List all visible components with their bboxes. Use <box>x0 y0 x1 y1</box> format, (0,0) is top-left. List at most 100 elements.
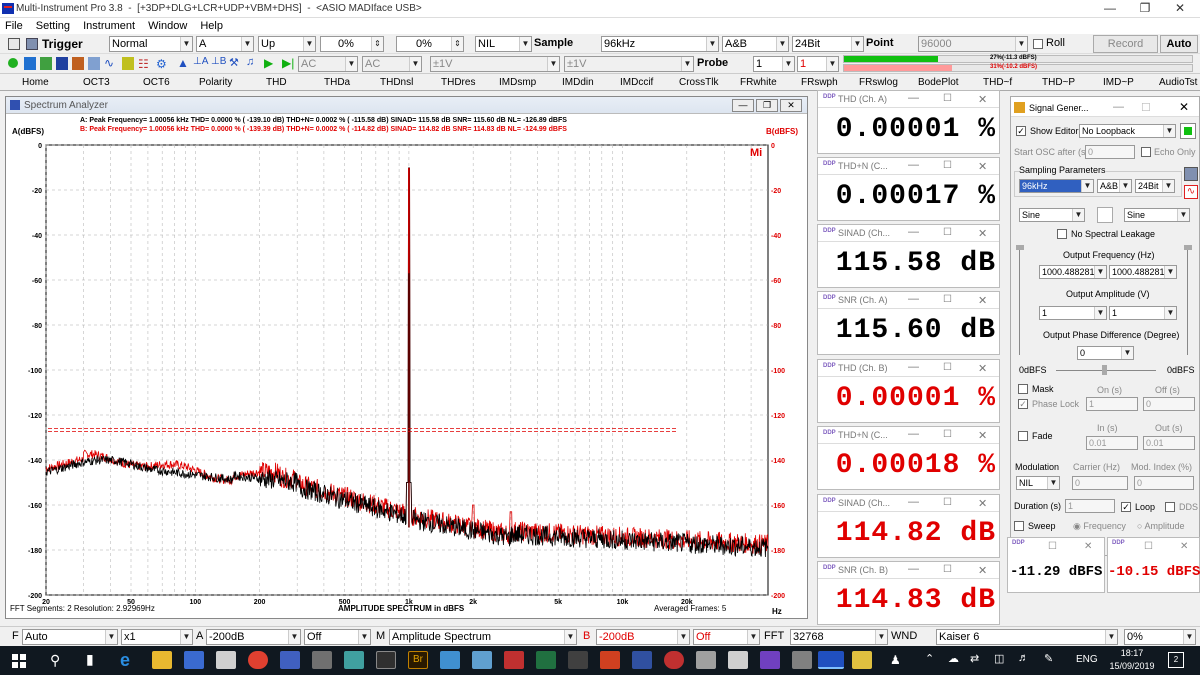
multi-instrument-taskbar-icon[interactable] <box>818 651 844 669</box>
amp-a-select[interactable]: 1 ▼ <box>1039 306 1107 320</box>
tab-audiotst[interactable]: AudioTst <box>1159 77 1197 88</box>
usb-icon[interactable]: ⇄ <box>970 652 979 665</box>
freq-a-select[interactable]: 1000.488281 ▼ <box>1039 265 1107 279</box>
step-icon[interactable]: ▶| <box>282 56 296 70</box>
app-icon-12[interactable] <box>472 651 492 669</box>
meter-minimize-button[interactable]: — <box>908 226 919 238</box>
app-icon-18[interactable] <box>664 651 684 669</box>
search-icon[interactable]: ⚲ <box>50 652 60 669</box>
multimeter-icon[interactable] <box>56 57 68 70</box>
right-level-slider[interactable] <box>1184 245 1195 355</box>
siggen-close-button[interactable]: ✕ <box>1179 100 1189 114</box>
file-explorer-icon[interactable] <box>152 651 172 669</box>
auto-button[interactable]: Auto <box>1160 35 1198 53</box>
app-icon-7[interactable] <box>312 651 332 669</box>
meter-minimize-button[interactable]: — <box>908 92 919 104</box>
trigger-channel-select[interactable]: A ▼ <box>196 36 254 52</box>
off-s-input[interactable]: 0 <box>1143 397 1195 411</box>
language-indicator[interactable]: ENG <box>1076 654 1098 665</box>
coupling-a-select[interactable]: AC ▼ <box>298 56 358 72</box>
meter-close-button[interactable]: ✕ <box>978 497 987 510</box>
generator-icon[interactable] <box>72 57 84 70</box>
a-ref-select[interactable]: -200dB ▼ <box>206 629 301 645</box>
meter-a-close[interactable]: ✕ <box>1084 541 1092 552</box>
freq-b-select[interactable]: 1000.488281 ▼ <box>1109 265 1177 279</box>
amp-b-select[interactable]: 1 ▼ <box>1109 306 1177 320</box>
meter-close-button[interactable]: ✕ <box>978 429 987 442</box>
notification-icon[interactable]: 2 <box>1168 652 1184 668</box>
modulation-select[interactable]: NIL ▼ <box>1016 476 1060 490</box>
spectrum-plot[interactable]: 0 0 -20 -20 -40 -40 -60 -60 -80 -80 -100 -100 -120 -1… <box>6 115 807 620</box>
menu-window[interactable]: Window <box>143 18 192 32</box>
freq-mode-select[interactable]: Auto ▼ <box>22 629 118 645</box>
siggen-channel-select[interactable]: A&B ▼ <box>1097 179 1132 193</box>
tb-icon[interactable]: ⊥B <box>211 56 227 70</box>
meter-minimize-button[interactable]: — <box>908 293 919 305</box>
minimize-button[interactable]: — <box>1095 1 1125 17</box>
meter-maximize-button[interactable]: ☐ <box>943 227 952 238</box>
close-button[interactable]: ✕ <box>1165 1 1195 17</box>
app-icon-15[interactable] <box>568 651 588 669</box>
chrome-icon[interactable] <box>248 651 268 669</box>
loopback-select[interactable]: No Loopback ▼ <box>1079 124 1176 138</box>
siggen-power-button[interactable] <box>1180 123 1196 139</box>
dds-checkbox[interactable] <box>1165 502 1175 512</box>
overlap-select[interactable]: 0% ▼ <box>1124 629 1196 645</box>
menu-help[interactable]: Help <box>195 18 228 32</box>
meter-a-minimize[interactable]: ☐ <box>1048 541 1057 552</box>
start-icon[interactable] <box>12 654 26 668</box>
trigger-edge-select[interactable]: Up ▼ <box>258 36 316 52</box>
tab-imddin[interactable]: IMDdin <box>562 77 594 88</box>
probe-a-select[interactable]: 1 ▼ <box>753 56 795 72</box>
left-level-slider[interactable] <box>1016 245 1027 355</box>
meter-close-button[interactable]: ✕ <box>978 160 987 173</box>
save-icon[interactable] <box>26 38 38 50</box>
calc-icon[interactable]: ☷ <box>138 57 152 71</box>
dut-icon[interactable]: ⚙ <box>156 57 170 71</box>
sweep-checkbox[interactable] <box>1014 521 1024 531</box>
tab-thd-f[interactable]: THD~f <box>983 77 1012 88</box>
b-ref-select[interactable]: -200dB ▼ <box>596 629 690 645</box>
meter-minimize-button[interactable]: — <box>908 428 919 440</box>
spectrum-icon[interactable] <box>40 57 52 70</box>
ta-icon[interactable]: ⊥A <box>193 56 209 70</box>
tab-home[interactable]: Home <box>22 77 49 88</box>
siggen-rate-select[interactable]: 96kHz ▼ <box>1019 179 1094 193</box>
app-icon-8[interactable] <box>344 651 364 669</box>
sample-rate-select[interactable]: 96kHz ▼ <box>601 36 719 52</box>
visual-studio-icon[interactable] <box>760 651 780 669</box>
tab-imd-p[interactable]: IMD~P <box>1103 77 1134 88</box>
window-select[interactable]: Kaiser 6 ▼ <box>936 629 1118 645</box>
siggen-wave-icon[interactable]: ∿ <box>1184 185 1198 199</box>
lock-icon[interactable]: ▲ <box>177 56 191 70</box>
store-icon[interactable] <box>184 651 204 669</box>
recorder-icon[interactable] <box>122 57 134 70</box>
phase-lock-checkbox[interactable]: ✓ <box>1018 399 1028 409</box>
no-leakage-checkbox[interactable] <box>1057 229 1067 239</box>
coupling-b-select[interactable]: AC ▼ <box>362 56 422 72</box>
meter-maximize-button[interactable]: ☐ <box>943 160 952 171</box>
siggen-save-icon[interactable] <box>1184 167 1198 181</box>
record-button[interactable]: Record <box>1093 35 1158 53</box>
play-icon[interactable]: ▶ <box>264 56 278 70</box>
meter-minimize-button[interactable]: — <box>908 361 919 373</box>
app-icon-19[interactable] <box>696 651 716 669</box>
app-icon-20[interactable] <box>728 651 748 669</box>
loop-checkbox[interactable]: ✓ <box>1121 502 1131 512</box>
tab-thda[interactable]: THDa <box>324 77 350 88</box>
clock-date[interactable]: 15/09/2019 <box>1106 661 1158 671</box>
cloud-icon[interactable]: ☁ <box>948 652 959 665</box>
m-mode-select[interactable]: Amplitude Spectrum ▼ <box>389 629 577 645</box>
meter-close-button[interactable]: ✕ <box>978 294 987 307</box>
probe-b-select[interactable]: 1 ▼ <box>797 56 839 72</box>
task-view-icon[interactable]: ▮ <box>86 651 94 668</box>
carrier-input[interactable]: 0 <box>1072 476 1128 490</box>
app-icon-17[interactable] <box>632 651 652 669</box>
menu-instrument[interactable]: Instrument <box>78 18 140 32</box>
meter-minimize-button[interactable]: — <box>908 159 919 171</box>
oscilloscope-icon[interactable] <box>24 57 36 70</box>
meter-maximize-button[interactable]: ☐ <box>943 294 952 305</box>
spectrum-minimize-button[interactable]: — <box>732 99 754 112</box>
meter-b-minimize[interactable]: ☐ <box>1144 541 1153 552</box>
meter-maximize-button[interactable]: ☐ <box>943 497 952 508</box>
